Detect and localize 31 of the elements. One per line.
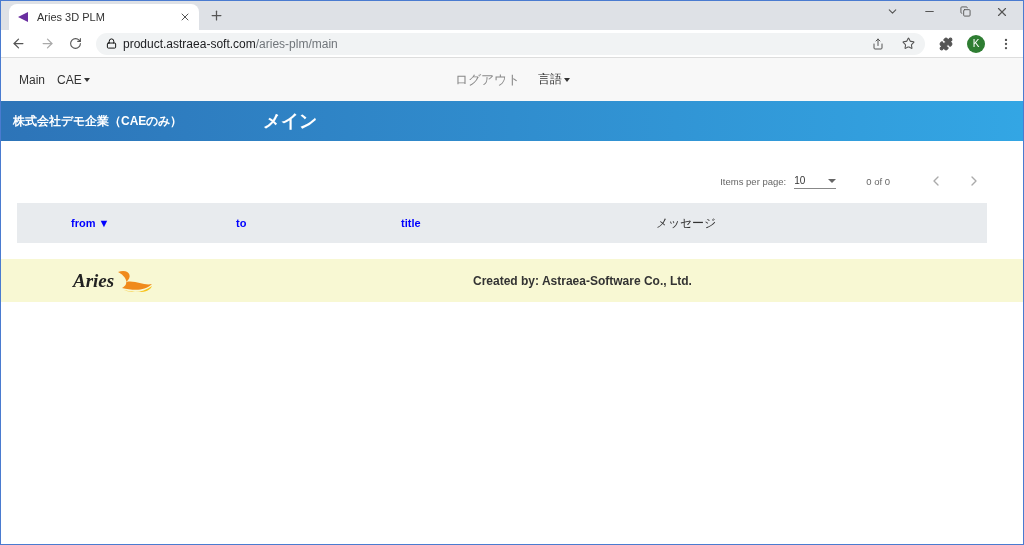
url-host: product.astraea-soft.com <box>123 36 256 51</box>
new-tab-icon[interactable] <box>209 8 224 23</box>
column-header: メッセージ <box>656 214 717 232</box>
browser-tab[interactable]: Aries 3D PLM <box>9 4 199 30</box>
star-icon[interactable] <box>902 37 915 50</box>
nav-link[interactable]: 言語 <box>537 71 570 88</box>
footer-credit: Created by: Astraea-Software Co., Ltd. <box>473 273 692 288</box>
company-name: 株式会社デモ企業（CAEのみ） <box>13 112 184 130</box>
page-range: 0 of 0 <box>866 175 890 187</box>
column-header[interactable]: to <box>236 217 401 229</box>
puzzle-icon[interactable] <box>939 36 953 51</box>
share-icon[interactable] <box>872 37 884 50</box>
reload-icon[interactable] <box>69 37 82 50</box>
back-icon[interactable] <box>11 36 26 51</box>
items-per-page-label: Items per page: <box>720 175 787 187</box>
profile-avatar[interactable]: K <box>967 34 985 53</box>
nav-link[interactable]: ログアウト <box>454 70 520 89</box>
page-size-select[interactable]: 10 <box>794 173 837 189</box>
tab-title: Aries 3D PLM <box>37 11 106 23</box>
lock-icon <box>106 38 117 49</box>
logo-text: Aries <box>73 269 115 292</box>
column-header[interactable]: title <box>401 217 656 229</box>
nav-link[interactable]: Main <box>19 72 45 87</box>
page-title: メイン <box>263 110 317 133</box>
close-tab-icon[interactable] <box>179 11 191 23</box>
nav-link[interactable]: CAE <box>57 72 90 87</box>
column-header[interactable]: from ▼ <box>71 217 236 229</box>
restore-icon[interactable] <box>960 6 971 17</box>
url-path: /aries-plm/main <box>255 36 338 51</box>
address-field[interactable]: product.astraea-soft.com/aries-plm/main <box>96 32 925 55</box>
logo-icon <box>17 11 29 23</box>
